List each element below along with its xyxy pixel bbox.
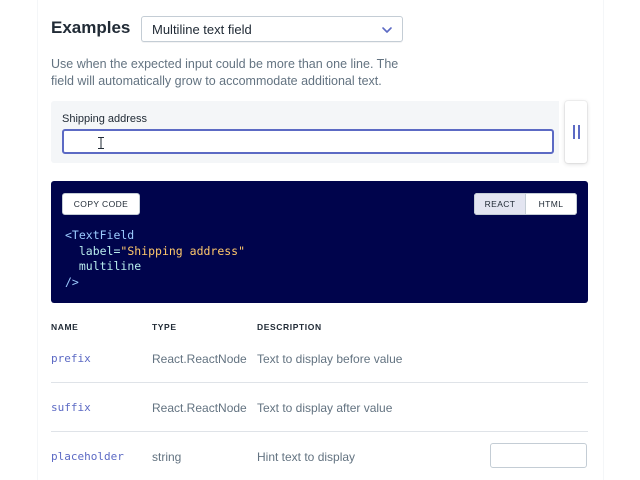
example-preview: Shipping address	[51, 101, 559, 163]
prop-name-placeholder: placeholder	[51, 450, 124, 463]
prop-type-prefix: React.ReactNode	[152, 352, 247, 366]
prop-desc-prefix: Text to display before value	[257, 352, 403, 366]
prop-name-prefix: prefix	[51, 352, 91, 365]
example-select-value: Multiline text field	[152, 21, 252, 37]
drag-handle-bar	[577, 125, 580, 139]
prop-desc-placeholder: Hint text to display	[257, 450, 356, 464]
prop-type-placeholder: string	[152, 450, 182, 464]
code-close-tag: />	[65, 274, 79, 289]
tab-react[interactable]: REACT	[474, 193, 526, 215]
right-gutter	[603, 0, 640, 480]
prop-name-suffix: suffix	[51, 401, 91, 414]
column-header-description: DESCRIPTION	[257, 322, 322, 332]
page: Examples Multiline text field Use when t…	[0, 0, 640, 480]
column-header-type: TYPE	[152, 322, 177, 332]
text-cursor-icon	[98, 137, 104, 149]
prop-type-suffix: React.ReactNode	[152, 401, 247, 415]
chevron-down-icon	[382, 27, 392, 33]
shipping-address-label: Shipping address	[62, 113, 148, 125]
placeholder-demo-input[interactable]	[490, 443, 587, 468]
code-label-attr: label=	[78, 243, 121, 258]
left-gutter	[0, 0, 38, 480]
example-select[interactable]: Multiline text field	[141, 16, 403, 42]
tab-html[interactable]: HTML	[526, 193, 577, 215]
copy-code-button[interactable]: COPY CODE	[62, 193, 140, 215]
code-multiline-attr: multiline	[78, 259, 142, 273]
row-divider	[51, 382, 588, 383]
code-panel: COPY CODE REACT HTML <TextField label="S…	[51, 181, 588, 303]
drag-handle-icon	[572, 125, 575, 139]
column-header-name: NAME	[51, 322, 79, 332]
code-open-tag: <TextField	[65, 228, 135, 242]
code-language-toggle: REACT HTML	[474, 193, 577, 215]
resize-handle[interactable]	[565, 101, 587, 163]
shipping-address-field[interactable]	[62, 129, 554, 154]
prop-desc-suffix: Text to display after value	[257, 401, 393, 415]
example-description: Use when the expected input could be mor…	[51, 57, 399, 88]
code-snippet: <TextField label="Shipping address" mult…	[65, 228, 245, 290]
examples-heading: Examples	[51, 18, 131, 37]
code-label-value: "Shipping address"	[120, 243, 246, 258]
row-divider	[51, 431, 588, 432]
